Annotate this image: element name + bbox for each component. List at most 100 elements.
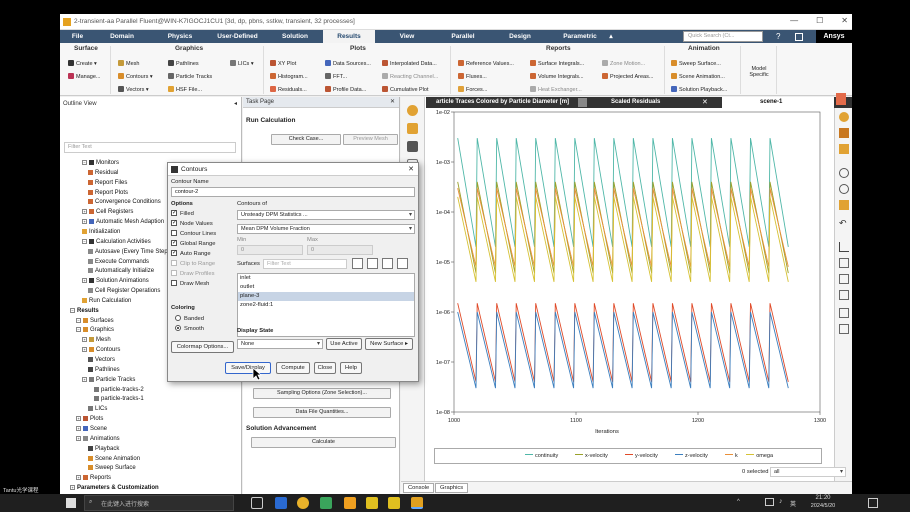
profile-data-button[interactable]: Profile Data... bbox=[325, 86, 366, 93]
close-icon[interactable]: ✕ bbox=[841, 16, 848, 25]
checkbox[interactable] bbox=[171, 270, 177, 276]
point-icon[interactable] bbox=[839, 324, 849, 334]
expand-toggle-icon[interactable]: + bbox=[70, 485, 75, 491]
notification-icon[interactable] bbox=[868, 498, 878, 508]
volume-icon[interactable]: ♪ bbox=[779, 498, 783, 505]
manage-button[interactable]: Manage... bbox=[68, 73, 100, 80]
task-view-icon[interactable] bbox=[251, 497, 263, 509]
outline-item[interactable]: Automatically Initialize bbox=[88, 268, 154, 274]
view-icon[interactable] bbox=[839, 274, 849, 284]
outline-item[interactable]: + Parameters & Customization bbox=[70, 485, 159, 491]
outline-item[interactable]: − Monitors bbox=[82, 160, 119, 166]
display-state-select[interactable]: None bbox=[237, 339, 323, 349]
tab-parallel[interactable]: Parallel bbox=[443, 30, 483, 43]
fluxes-button[interactable]: Fluxes... bbox=[458, 73, 487, 80]
expand-toggle-icon[interactable]: + bbox=[76, 435, 81, 441]
deselect-all-icon[interactable] bbox=[367, 258, 378, 269]
help-button[interactable]: Help bbox=[340, 362, 362, 374]
tab-file[interactable]: File bbox=[60, 30, 95, 43]
option-clip-to-range[interactable]: Clip to Range bbox=[171, 260, 215, 267]
outline-item[interactable]: Pathlines bbox=[88, 366, 120, 373]
expand-toggle-icon[interactable]: + bbox=[82, 376, 87, 382]
outline-item[interactable]: + Scene bbox=[76, 425, 107, 432]
option-draw-profiles[interactable]: Draw Profiles bbox=[171, 270, 214, 277]
checkbox[interactable] bbox=[171, 230, 177, 236]
rotate-icon[interactable] bbox=[407, 105, 418, 116]
tab-scaled-residuals[interactable]: Scaled Residuals bbox=[601, 97, 711, 108]
radio-button[interactable] bbox=[175, 325, 181, 331]
start-icon[interactable] bbox=[66, 498, 76, 508]
settings-icon[interactable] bbox=[839, 308, 849, 318]
checkbox[interactable] bbox=[171, 249, 177, 256]
outline-item[interactable]: Report Plots bbox=[88, 189, 128, 196]
checkbox[interactable] bbox=[171, 260, 177, 266]
outline-item[interactable]: Cell Register Operations bbox=[88, 288, 160, 294]
hand-icon[interactable] bbox=[839, 128, 849, 138]
taskbar-app-3-icon[interactable] bbox=[320, 497, 332, 509]
task-page-close-icon[interactable]: ✕ bbox=[390, 97, 395, 108]
tab-parametric[interactable]: Parametric bbox=[555, 30, 605, 43]
expand-toggle-icon[interactable]: + bbox=[82, 209, 87, 215]
outline-item[interactable]: Residual bbox=[88, 169, 118, 176]
outline-item[interactable]: + Reports bbox=[76, 475, 111, 481]
checkbox[interactable] bbox=[171, 280, 177, 286]
outline-item[interactable]: − Calculation Activities bbox=[82, 238, 151, 245]
radio-button[interactable] bbox=[175, 315, 181, 321]
coloring-banded[interactable]: Banded bbox=[175, 315, 204, 322]
use-active-button[interactable]: Use Active bbox=[326, 338, 362, 350]
fft-button[interactable]: FFT... bbox=[325, 73, 347, 80]
zoom-in-icon[interactable] bbox=[839, 144, 849, 154]
tab-console[interactable]: Console bbox=[403, 483, 435, 493]
outline-item[interactable]: + Contours bbox=[82, 347, 120, 353]
min-input[interactable]: 0 bbox=[237, 245, 303, 255]
zone-motion-button[interactable]: Zone Motion... bbox=[602, 60, 645, 67]
pathlines-button[interactable]: Pathlines bbox=[168, 60, 199, 67]
lics-button[interactable]: LICs ▾ bbox=[230, 60, 254, 67]
sampling-options-button[interactable]: Sampling Options (Zone Selection)... bbox=[253, 388, 391, 399]
outline-item[interactable]: − Surfaces bbox=[76, 317, 114, 324]
expand-toggle-icon[interactable]: − bbox=[82, 238, 87, 244]
pan-icon[interactable] bbox=[407, 123, 418, 134]
tab-graphics-bottom[interactable]: Graphics bbox=[435, 483, 469, 493]
expand-toggle-icon[interactable]: − bbox=[76, 317, 81, 323]
vectors-button[interactable]: Vectors ▾ bbox=[118, 86, 149, 93]
tray-arrow-icon[interactable]: ^ bbox=[737, 499, 740, 505]
sweep-surface-button[interactable]: Sweep Surface... bbox=[671, 60, 721, 67]
outline-item[interactable]: + Particle Tracks bbox=[82, 376, 135, 383]
axes-icon[interactable] bbox=[839, 242, 849, 252]
zoom-box-icon[interactable] bbox=[839, 184, 849, 194]
surface-integrals-button[interactable]: Surface Integrals... bbox=[530, 60, 584, 67]
taskbar-app-6-icon[interactable] bbox=[388, 497, 400, 509]
probe-icon[interactable] bbox=[839, 200, 849, 210]
surface-list-item[interactable]: inlet bbox=[238, 274, 414, 283]
help-icon[interactable]: ? bbox=[776, 32, 780, 41]
hsf-file-button[interactable]: HSF File... bbox=[168, 86, 202, 93]
tab-user-defined[interactable]: User-Defined bbox=[210, 30, 265, 43]
outline-item[interactable]: Autosave (Every Time Steps) bbox=[88, 248, 173, 255]
taskbar-app-5-icon[interactable] bbox=[366, 497, 378, 509]
outline-item[interactable]: Report Files bbox=[88, 179, 127, 186]
fluent-launcher-icon[interactable] bbox=[344, 497, 356, 509]
outline-item[interactable]: Scene Animation bbox=[88, 455, 140, 462]
undo-icon[interactable]: ↶ bbox=[839, 218, 849, 228]
model-specific-button[interactable]: Model Specific bbox=[746, 66, 772, 78]
outline-item[interactable]: Vectors bbox=[88, 357, 115, 363]
outline-filter-input[interactable]: Filter Text bbox=[64, 142, 236, 153]
residuals-button[interactable]: Residuals... bbox=[270, 86, 307, 93]
option-contour-lines[interactable]: Contour Lines bbox=[171, 230, 216, 237]
create-button[interactable]: Create ▾ bbox=[68, 60, 97, 67]
orbit-icon[interactable] bbox=[839, 112, 849, 122]
solution-playback-button[interactable]: Solution Playback... bbox=[671, 86, 727, 93]
interpolated-data-button[interactable]: Interpolated Data... bbox=[382, 60, 437, 67]
surface-list-item[interactable]: outlet bbox=[238, 283, 414, 292]
surfaces-filter-input[interactable]: Filter Text bbox=[263, 259, 347, 269]
outline-item[interactable]: + Cell Registers bbox=[82, 209, 133, 215]
outline-item[interactable]: + Automatic Mesh Adaption bbox=[82, 219, 164, 225]
reacting-channel-button[interactable]: Reacting Channel... bbox=[382, 73, 438, 80]
expand-toggle-icon[interactable]: − bbox=[76, 327, 81, 333]
save-display-button[interactable]: Save/Display bbox=[225, 362, 271, 374]
expand-toggle-icon[interactable]: + bbox=[76, 416, 81, 422]
clear-selection-icon[interactable] bbox=[397, 258, 408, 269]
select-all-icon[interactable] bbox=[352, 258, 363, 269]
network-icon[interactable] bbox=[765, 498, 774, 506]
